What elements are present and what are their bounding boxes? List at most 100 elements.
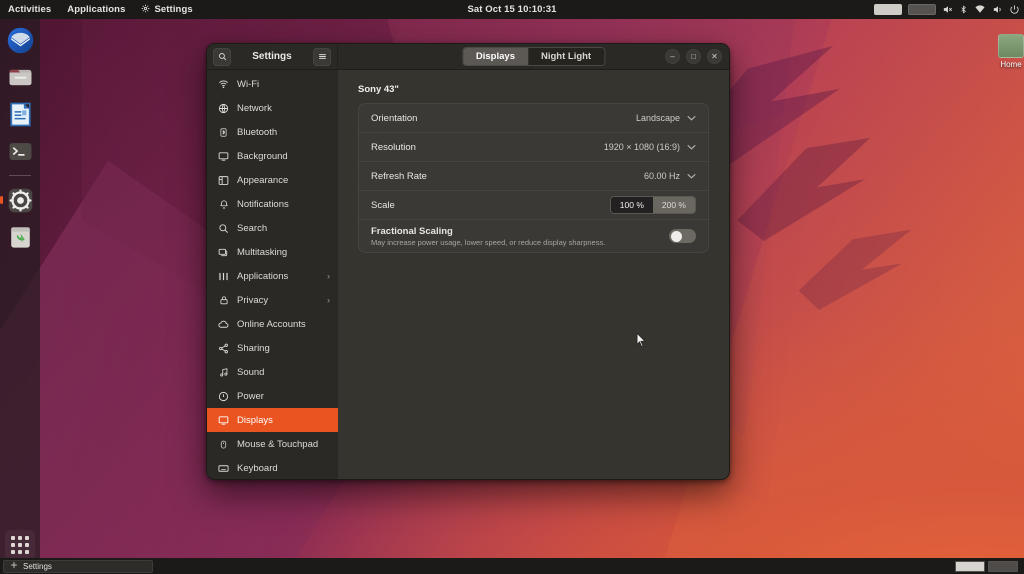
display-settings-card: Orientation Landscape Resolution 1920 × …	[358, 103, 709, 253]
appearance-icon	[218, 175, 229, 186]
main-menu-button[interactable]	[313, 48, 331, 66]
row-refresh-rate[interactable]: Refresh Rate 60.00 Hz	[359, 162, 708, 191]
multitasking-icon	[218, 247, 229, 258]
scale-option-200[interactable]: 200 %	[653, 197, 695, 213]
display-name: Sony 43"	[358, 84, 709, 95]
activities-button[interactable]: Activities	[0, 0, 59, 19]
resolution-value: 1920 × 1080 (16:9)	[604, 142, 680, 152]
dock-item-libreoffice-writer[interactable]	[5, 99, 35, 129]
sidebar-item-label: Search	[237, 223, 330, 234]
chevron-down-icon	[687, 143, 696, 152]
sidebar-item-multitasking[interactable]: Multitasking	[207, 240, 338, 264]
dock	[0, 19, 40, 574]
applications-icon	[218, 271, 229, 282]
tab-displays[interactable]: Displays	[463, 48, 528, 65]
dock-item-trash[interactable]	[5, 222, 35, 252]
sidebar-item-search[interactable]: Search	[207, 216, 338, 240]
wifi-icon	[218, 79, 229, 90]
titlebar-left: Settings	[207, 44, 338, 69]
search-icon	[218, 223, 229, 234]
sidebar-item-appearance[interactable]: Appearance	[207, 168, 338, 192]
fractional-scaling-sublabel: May increase power usage, lower speed, o…	[371, 238, 669, 247]
close-button[interactable]: ✕	[707, 49, 722, 64]
dock-item-settings[interactable]	[5, 185, 35, 215]
sidebar-item-label: Wi-Fi	[237, 79, 330, 90]
refresh-rate-value: 60.00 Hz	[644, 171, 680, 181]
minimize-button[interactable]: –	[665, 49, 680, 64]
taskbar-workspace-1[interactable]	[955, 561, 985, 572]
dock-item-terminal[interactable]	[5, 136, 35, 166]
sidebar-item-label: Bluetooth	[237, 127, 330, 138]
sidebar-item-label: Mouse & Touchpad	[237, 439, 330, 450]
resolution-value-group[interactable]: 1920 × 1080 (16:9)	[604, 142, 696, 152]
app-grid-dot	[25, 536, 29, 540]
tab-night-light[interactable]: Night Light	[528, 48, 604, 65]
gear-icon	[141, 4, 150, 16]
sidebar-item-privacy[interactable]: Privacy ›	[207, 288, 338, 312]
orientation-value-group[interactable]: Landscape	[636, 113, 696, 123]
window-title: Settings	[231, 51, 313, 62]
fractional-scaling-label: Fractional Scaling	[371, 226, 453, 237]
dock-item-files[interactable]	[5, 62, 35, 92]
scale-option-100[interactable]: 100 %	[611, 197, 653, 213]
app-grid-dot	[11, 536, 15, 540]
sidebar-item-power[interactable]: Power	[207, 384, 338, 408]
settings-window: Settings Displays Night Light – □ ✕	[206, 43, 730, 480]
hamburger-menu-icon	[318, 48, 327, 66]
sidebar-item-label: Sharing	[237, 343, 330, 354]
sidebar-item-mouse-touchpad[interactable]: Mouse & Touchpad	[207, 432, 338, 456]
desktop-icon-label: Home	[1000, 60, 1021, 69]
chevron-right-icon: ›	[327, 295, 330, 305]
sidebar-item-label: Multitasking	[237, 247, 330, 258]
app-grid-dot	[18, 543, 22, 547]
fractional-scaling-toggle[interactable]	[669, 229, 696, 243]
system-status-area[interactable]	[874, 0, 1020, 19]
clock-button[interactable]: Sat Oct 15 10:10:31	[467, 4, 556, 15]
orientation-value: Landscape	[636, 113, 680, 123]
sidebar-item-displays[interactable]: Displays	[207, 408, 338, 432]
sidebar-item-sound[interactable]: Sound	[207, 360, 338, 384]
dock-item-thunderbird[interactable]	[5, 25, 35, 55]
bluetooth-icon	[959, 4, 968, 15]
sidebar-item-label: Online Accounts	[237, 319, 330, 330]
share-icon	[218, 343, 229, 354]
taskbar-window-label: Settings	[23, 562, 52, 571]
sidebar-item-online-accounts[interactable]: Online Accounts	[207, 312, 338, 336]
orientation-label: Orientation	[371, 113, 636, 124]
row-scale: Scale 100 % 200 %	[359, 191, 708, 220]
row-resolution[interactable]: Resolution 1920 × 1080 (16:9)	[359, 133, 708, 162]
applications-button[interactable]: Applications	[59, 0, 133, 19]
sidebar-item-bluetooth[interactable]: Bluetooth	[207, 120, 338, 144]
sidebar-item-keyboard[interactable]: Keyboard	[207, 456, 338, 479]
mouse-cursor	[636, 332, 647, 353]
refresh-rate-value-group[interactable]: 60.00 Hz	[644, 171, 696, 181]
view-switcher: Displays Night Light	[462, 47, 605, 66]
background-icon	[218, 151, 229, 162]
maximize-button[interactable]: □	[686, 49, 701, 64]
panel-workspace-indicator-2[interactable]	[908, 4, 936, 15]
sidebar-item-wifi[interactable]: Wi-Fi	[207, 72, 338, 96]
sidebar-item-sharing[interactable]: Sharing	[207, 336, 338, 360]
sidebar-item-applications[interactable]: Applications ›	[207, 264, 338, 288]
sidebar-item-notifications[interactable]: Notifications	[207, 192, 338, 216]
sidebar-item-label: Privacy	[237, 295, 319, 306]
sidebar-item-network[interactable]: Network	[207, 96, 338, 120]
bottom-taskbar: Settings	[0, 558, 1024, 574]
taskbar-window-settings[interactable]: Settings	[3, 560, 153, 573]
app-grid-dot	[18, 536, 22, 540]
sidebar-item-background[interactable]: Background	[207, 144, 338, 168]
sidebar-item-label: Keyboard	[237, 463, 330, 474]
sidebar-item-label: Background	[237, 151, 330, 162]
app-grid-dot	[11, 543, 15, 547]
chevron-down-icon	[687, 114, 696, 123]
music-note-icon	[218, 367, 229, 378]
search-button[interactable]	[213, 48, 231, 66]
volume-icon	[992, 4, 1003, 15]
show-applications-button[interactable]	[5, 530, 35, 560]
panel-workspace-indicator-1[interactable]	[874, 4, 902, 15]
app-menu-button[interactable]: Settings	[133, 0, 200, 19]
desktop-icon-home[interactable]: Home	[992, 34, 1024, 69]
taskbar-workspace-2[interactable]	[988, 561, 1018, 572]
cloud-icon	[218, 319, 229, 330]
row-orientation[interactable]: Orientation Landscape	[359, 104, 708, 133]
